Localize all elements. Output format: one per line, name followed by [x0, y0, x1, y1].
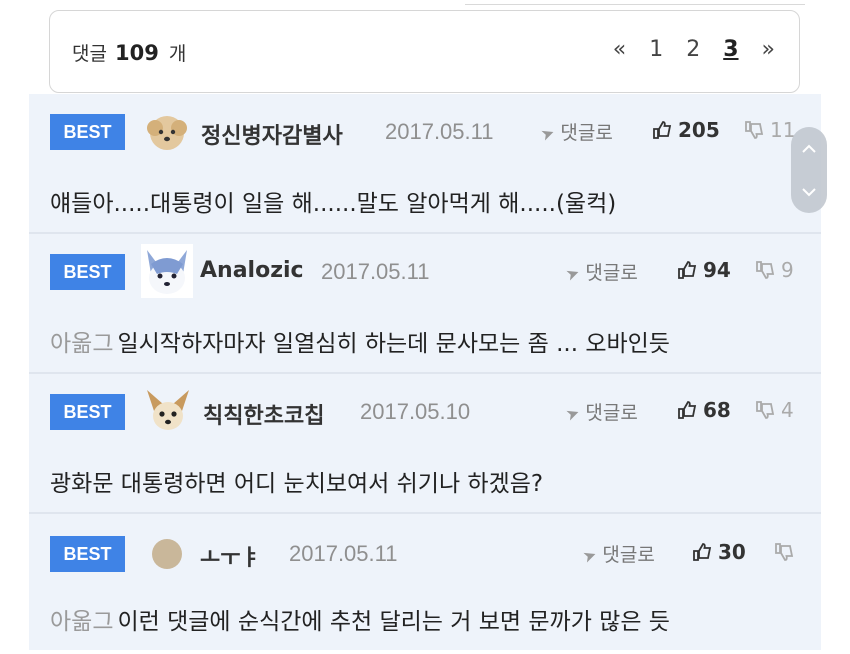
thumbs-down-icon	[745, 121, 764, 139]
thumbs-down-icon	[775, 543, 794, 561]
thumbs-up-icon	[678, 261, 697, 279]
scroll-down-button[interactable]	[791, 170, 827, 213]
comment-text: 광화문 대통령하면 어디 눈치보여서 쉬기나 하겠음?	[50, 464, 543, 498]
comment-text: 아옮그 이런 댓글에 순식간에 추천 달리는 거 보면 문까가 많은 듯	[50, 602, 670, 636]
dislike-button[interactable]: 11	[744, 118, 795, 142]
scroll-up-button[interactable]	[791, 127, 827, 170]
husky-avatar	[141, 244, 193, 298]
thumbs-up-icon	[653, 121, 672, 139]
best-badge: BEST	[50, 394, 125, 430]
puppy-avatar	[145, 110, 189, 154]
comment-list: BEST 정신병자감별사 2017.05.11 ➤ 댓글로 205 11 얘들아.…	[29, 94, 821, 650]
comment-date: 2017.05.10	[360, 399, 471, 424]
like-count: 94	[703, 258, 731, 282]
comment-item: BEST 칙칙한초코칩 2017.05.10 ➤ 댓글로 68 4 광화문 대통령…	[29, 374, 821, 514]
dislike-button[interactable]: 9	[755, 258, 794, 282]
dislike-count: 9	[781, 258, 794, 282]
comment-author[interactable]: Analozic	[200, 258, 304, 283]
comment-author[interactable]: ㅗㅜㅑ	[200, 540, 261, 572]
dislike-count: 4	[781, 398, 794, 422]
dislike-button[interactable]	[774, 540, 800, 564]
thumbs-down-icon	[756, 261, 775, 279]
reply-arrow-icon: ➤	[563, 402, 583, 425]
comment-date: 2017.05.11	[385, 119, 494, 144]
like-button[interactable]: 205	[652, 118, 720, 142]
comment-item: BEST 정신병자감별사 2017.05.11 ➤ 댓글로 205 11 얘들아.…	[29, 94, 821, 234]
reply-arrow-icon: ➤	[563, 262, 583, 285]
prev-page-button[interactable]: «	[613, 37, 626, 62]
comment-item: BEST Analozic 2017.05.11 ➤ 댓글로 94 9 아옮그 일시…	[29, 234, 821, 374]
comment-body: 광화문 대통령하면 어디 눈치보여서 쉬기나 하겠음?	[50, 471, 544, 497]
like-button[interactable]: 68	[677, 398, 731, 422]
comment-prefix: 아옮그	[50, 331, 114, 357]
reply-button[interactable]: ➤ 댓글로	[563, 398, 638, 425]
chevron-down-icon	[802, 187, 816, 196]
like-button[interactable]: 30	[692, 540, 746, 564]
page-1-link[interactable]: 1	[649, 37, 663, 62]
reply-label: 댓글로	[602, 544, 655, 566]
circle-avatar	[151, 538, 183, 570]
best-badge: BEST	[50, 254, 125, 290]
comment-count-number: 109	[115, 41, 159, 65]
like-button[interactable]: 94	[677, 258, 731, 282]
best-badge: BEST	[50, 536, 125, 572]
reply-label: 댓글로	[585, 262, 638, 284]
reply-button[interactable]: ➤ 댓글로	[538, 118, 613, 145]
comment-count-label: 댓글	[72, 43, 107, 65]
reply-arrow-icon: ➤	[580, 544, 600, 567]
chevron-up-icon	[802, 144, 816, 153]
comment-item: BEST ㅗㅜㅑ 2017.05.11 ➤ 댓글로 30 아옮그 이런 댓글에 순식…	[29, 514, 821, 654]
thumbs-up-icon	[693, 543, 712, 561]
next-page-button[interactable]: »	[762, 37, 775, 62]
comment-text: 아옮그 일시작하자마자 일열심히 하는데 문사모는 좀 ... 오바인듯	[50, 324, 670, 358]
reply-label: 댓글로	[585, 402, 638, 424]
reply-arrow-icon: ➤	[538, 122, 558, 145]
comment-body: 얘들아.....대통령이 일을 해......말도 알아먹게 해.....(울컥…	[50, 191, 617, 217]
page-2-link[interactable]: 2	[686, 37, 700, 62]
comment-author[interactable]: 정신병자감별사	[201, 118, 343, 150]
comment-count: 댓글 109 개	[72, 39, 186, 66]
thumbs-up-icon	[678, 401, 697, 419]
comment-text: 얘들아.....대통령이 일을 해......말도 알아먹게 해.....(울컥…	[50, 184, 616, 218]
comment-body: 이런 댓글에 순식간에 추천 달리는 거 보면 문까가 많은 듯	[117, 609, 670, 635]
dislike-button[interactable]: 4	[755, 398, 794, 422]
reply-label: 댓글로	[560, 122, 613, 144]
reply-button[interactable]: ➤ 댓글로	[563, 258, 638, 285]
top-divider	[465, 0, 805, 5]
thumbs-down-icon	[756, 401, 775, 419]
comment-count-unit: 개	[168, 43, 187, 65]
comment-prefix: 아옮그	[50, 609, 114, 635]
like-count: 30	[718, 540, 746, 564]
comment-body: 일시작하자마자 일열심히 하는데 문사모는 좀 ... 오바인듯	[117, 331, 670, 357]
comment-date: 2017.05.11	[289, 541, 398, 566]
comment-date: 2017.05.11	[321, 259, 430, 284]
comment-header: 댓글 109 개 « 1 2 3 »	[49, 10, 800, 93]
chihuahua-avatar	[143, 386, 193, 436]
reply-button[interactable]: ➤ 댓글로	[580, 540, 655, 567]
comment-author[interactable]: 칙칙한초코칩	[203, 398, 324, 430]
pagination: « 1 2 3 »	[597, 37, 775, 62]
page-3-current[interactable]: 3	[723, 37, 738, 62]
scroll-control	[791, 127, 827, 213]
like-count: 68	[703, 398, 731, 422]
best-badge: BEST	[50, 114, 125, 150]
like-count: 205	[678, 118, 720, 142]
